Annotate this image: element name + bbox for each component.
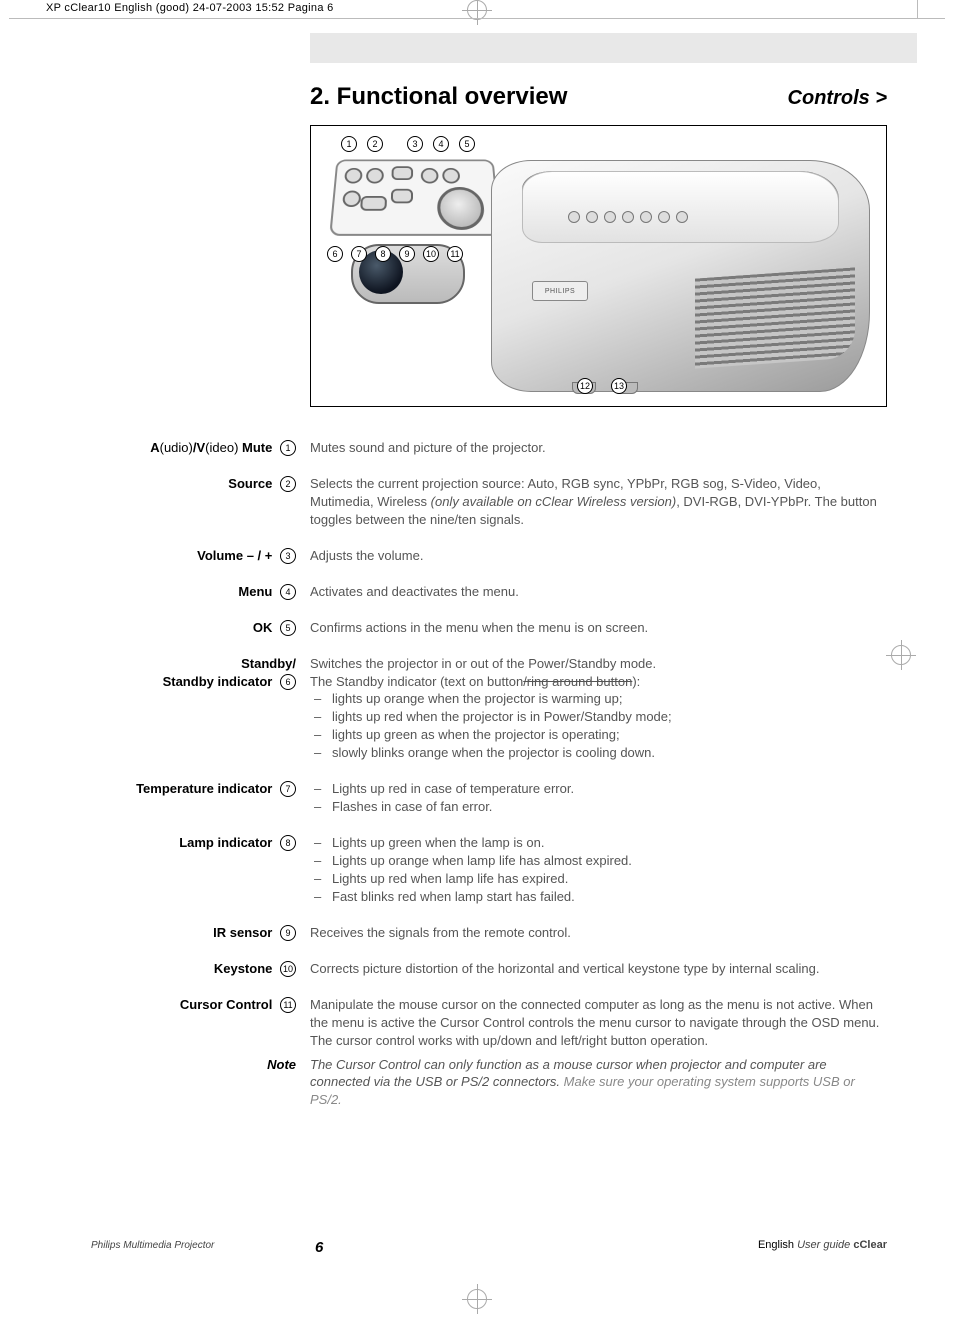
control-description: Lights up red in case of temperature err… [310,780,887,816]
control-panel-illustration [329,160,501,236]
callout-8: 8 [375,246,391,262]
callout-7: 7 [351,246,367,262]
page-footer: Philips Multimedia Projector 6 English U… [91,1239,887,1251]
control-description: Receives the signals from the remote con… [310,924,887,942]
controls-description-list: A(udio)/V(ideo) Mute 1Mutes sound and pi… [37,439,887,1127]
control-description: The Cursor Control can only function as … [310,1056,887,1110]
page-number: 6 [315,1239,323,1256]
control-label: Volume – / + 3 [37,547,310,565]
projector-body: PHILIPS [491,160,870,392]
control-label: Lamp indicator 8 [37,834,310,906]
projector-figure: 12 345 6789 10 11 PHILIPS 12 13 [310,125,887,407]
page-frame: 2. Functional overview Controls > 12 345 … [37,18,917,1279]
control-label: Keystone 10 [37,960,310,978]
callouts-mid: 6789 10 11 [327,246,463,262]
control-label: Temperature indicator 7 [37,780,310,816]
callouts-bottom: 12 13 [577,378,627,394]
callout-13: 13 [611,378,627,394]
control-label: A(udio)/V(ideo) Mute 1 [37,439,310,457]
control-label: Source 2 [37,475,310,529]
control-label: IR sensor 9 [37,924,310,942]
control-label: Standby/Standby indicator 6 [37,655,310,763]
control-description: Lights up green when the lamp is on.Ligh… [310,834,887,906]
footer-right: English User guide cClear [758,1239,887,1251]
callout-2: 2 [367,136,383,152]
callout-6: 6 [327,246,343,262]
registration-mark-bottom [467,1289,487,1309]
brand-badge: PHILIPS [532,281,588,301]
callout-5: 5 [459,136,475,152]
section-title: 2. Functional overview [310,83,567,111]
control-description: Selects the current projection source: A… [310,475,887,529]
registration-mark-top [467,0,487,20]
control-label: Note [37,1056,310,1110]
callout-4: 4 [433,136,449,152]
header-grey-band [310,33,917,63]
callout-1: 1 [341,136,357,152]
control-description: Corrects picture distortion of the horiz… [310,960,887,978]
control-description: Mutes sound and picture of the projector… [310,439,887,457]
callout-11: 11 [447,246,463,262]
control-description: Manipulate the mouse cursor on the conne… [310,996,887,1050]
section-subtitle: Controls > [788,87,887,110]
control-description: Activates and deactivates the menu. [310,583,887,601]
control-label: Cursor Control 11 [37,996,310,1050]
control-label: OK 5 [37,619,310,637]
callout-10: 10 [423,246,439,262]
callout-9: 9 [399,246,415,262]
registration-mark-right [891,645,911,665]
control-description: Adjusts the volume. [310,547,887,565]
callout-12: 12 [577,378,593,394]
control-description: Confirms actions in the menu when the me… [310,619,887,637]
footer-left: Philips Multimedia Projector [91,1240,214,1251]
callouts-top: 12 345 [341,136,475,152]
control-label: Menu 4 [37,583,310,601]
control-description: Switches the projector in or out of the … [310,655,887,763]
callout-3: 3 [407,136,423,152]
